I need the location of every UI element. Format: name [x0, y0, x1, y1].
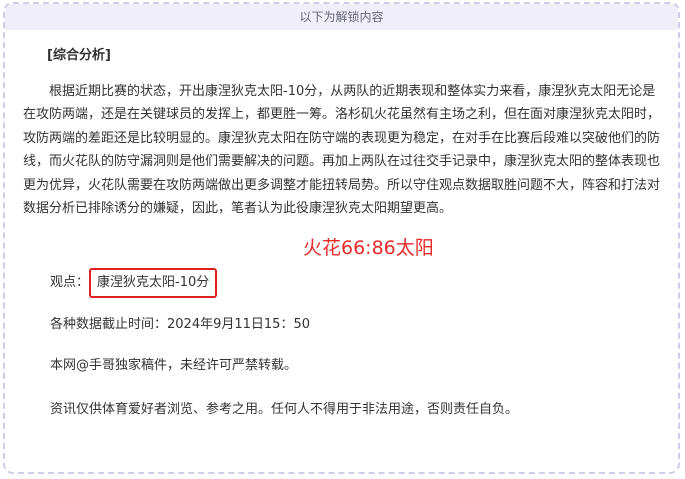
view-line: 观点： 康涅狄克太阳-10分 — [50, 268, 218, 298]
copyright-notice: 本网@手哥独家稿件，未经许可严禁转载。 — [50, 358, 298, 373]
data-cutoff-time: 各种数据截止时间：2024年9月11日15：50 — [50, 317, 310, 332]
view-value-highlight: 康涅狄克太阳-10分 — [89, 268, 218, 298]
unlock-header: 以下为解锁内容 — [5, 4, 678, 30]
section-title: [综合分析] — [47, 48, 111, 63]
disclaimer-notice: 资讯仅供体育爱好者浏览、参考之用。任何人不得用于非法用途，否则责任自负。 — [50, 402, 519, 417]
view-label: 观点： — [50, 275, 90, 290]
analysis-paragraph: 根据近期比赛的状态，开出康涅狄克太阳-10分，从两队的近期表现和整体实力来看，康… — [23, 83, 661, 217]
score-overlay: 火花66:86太阳 — [303, 237, 434, 259]
unlocked-content-panel: 以下为解锁内容 [综合分析] 根据近期比赛的状态，开出康涅狄克太阳-10分，从两… — [3, 2, 680, 474]
article-content: [综合分析] 根据近期比赛的状态，开出康涅狄克太阳-10分，从两队的近期表现和整… — [23, 44, 663, 221]
